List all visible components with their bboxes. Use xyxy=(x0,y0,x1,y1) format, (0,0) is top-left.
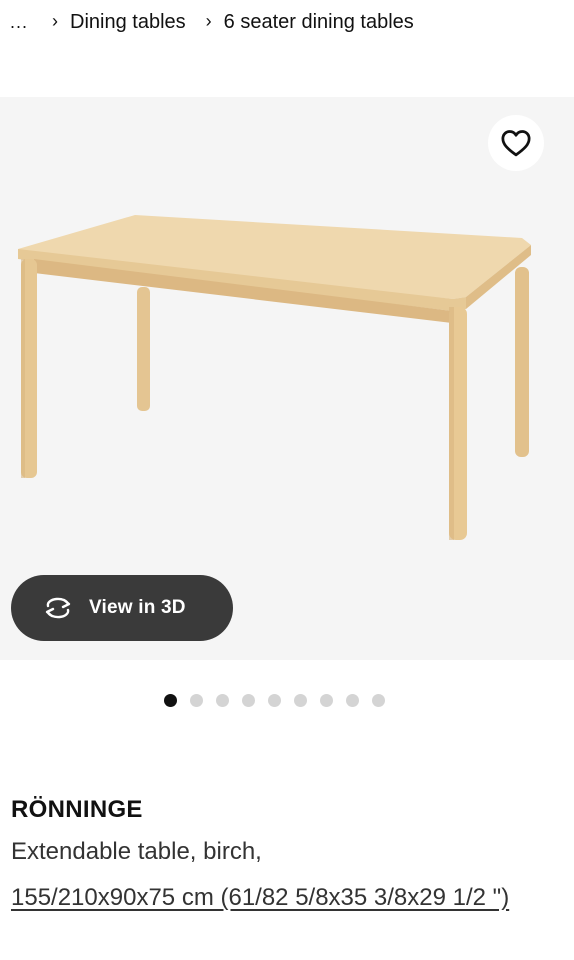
carousel-dot[interactable] xyxy=(216,694,229,707)
view-in-3d-label: View in 3D xyxy=(89,597,186,618)
breadcrumb-item-dining-tables[interactable]: Dining tables xyxy=(70,11,186,34)
carousel-dot[interactable] xyxy=(372,694,385,707)
heart-outline-icon xyxy=(501,130,531,157)
breadcrumb-ellipsis[interactable]: ... xyxy=(10,12,28,33)
rotate-3d-icon xyxy=(41,597,75,619)
chevron-right-icon: › xyxy=(205,10,212,31)
carousel-dot[interactable] xyxy=(346,694,359,707)
chevron-right-icon: › xyxy=(52,10,59,31)
carousel-dot-active[interactable] xyxy=(164,694,177,707)
carousel-dot[interactable] xyxy=(242,694,255,707)
carousel-indicator xyxy=(164,694,385,707)
view-in-3d-button[interactable]: View in 3D xyxy=(11,575,233,641)
carousel-dot[interactable] xyxy=(320,694,333,707)
carousel-dot[interactable] xyxy=(294,694,307,707)
product-name: RÖNNINGE xyxy=(11,796,143,823)
breadcrumb-item-6-seater-dining-tables[interactable]: 6 seater dining tables xyxy=(224,11,414,34)
favorite-button[interactable] xyxy=(488,115,544,171)
product-dimensions-link[interactable]: 155/210x90x75 cm (61/82 5/8x35 3/8x29 1/… xyxy=(11,878,511,918)
product-image-area[interactable]: View in 3D xyxy=(0,97,574,660)
breadcrumb: ... › Dining tables › 6 seater dining ta… xyxy=(10,8,428,36)
product-description: Extendable table, birch, xyxy=(11,838,262,865)
carousel-dot[interactable] xyxy=(268,694,281,707)
carousel-dot[interactable] xyxy=(190,694,203,707)
